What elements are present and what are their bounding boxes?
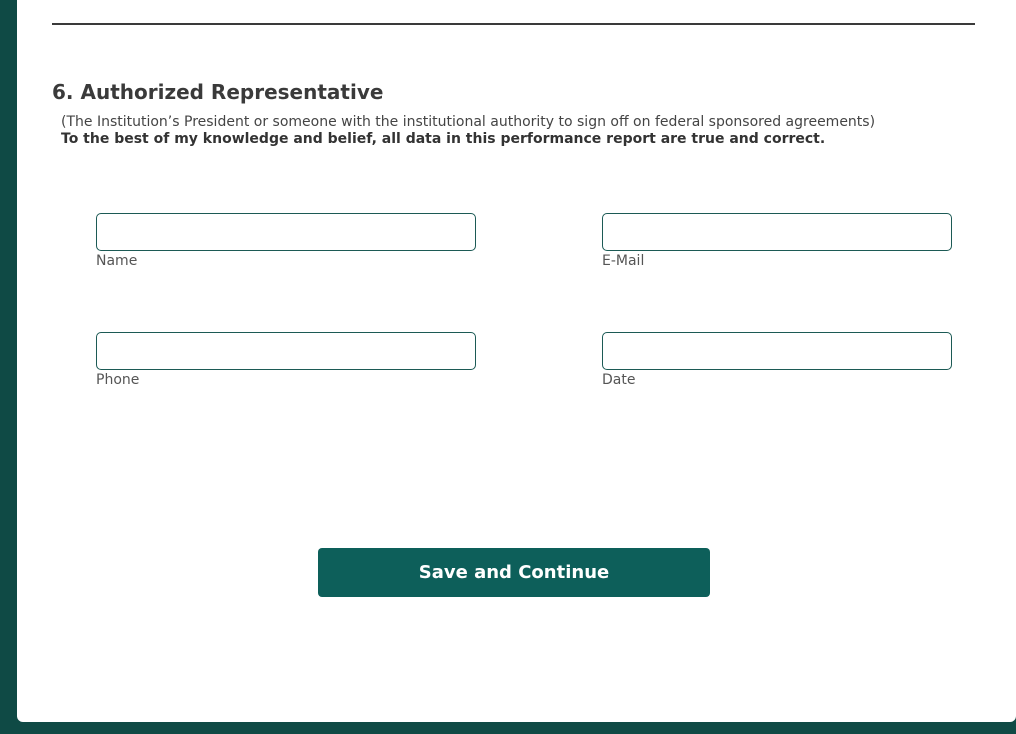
form-card: 6. Authorized Representative (The Instit… [17,0,1016,722]
phone-field-group: Phone [96,332,476,389]
certification-statement: To the best of my knowledge and belief, … [61,131,826,147]
phone-label: Phone [96,372,140,388]
email-label: E-Mail [602,253,645,269]
section-note: (The Institution’s President or someone … [61,114,876,130]
date-input[interactable] [602,332,952,370]
name-field-group: Name [96,213,476,270]
save-and-continue-button[interactable]: Save and Continue [318,548,710,597]
date-label: Date [602,372,636,388]
name-label: Name [96,253,138,269]
section-divider [52,23,975,25]
section-title: 6. Authorized Representative [52,80,384,104]
email-input[interactable] [602,213,952,251]
name-input[interactable] [96,213,476,251]
date-field-group: Date [602,332,952,389]
email-field-group: E-Mail [602,213,952,270]
phone-input[interactable] [96,332,476,370]
